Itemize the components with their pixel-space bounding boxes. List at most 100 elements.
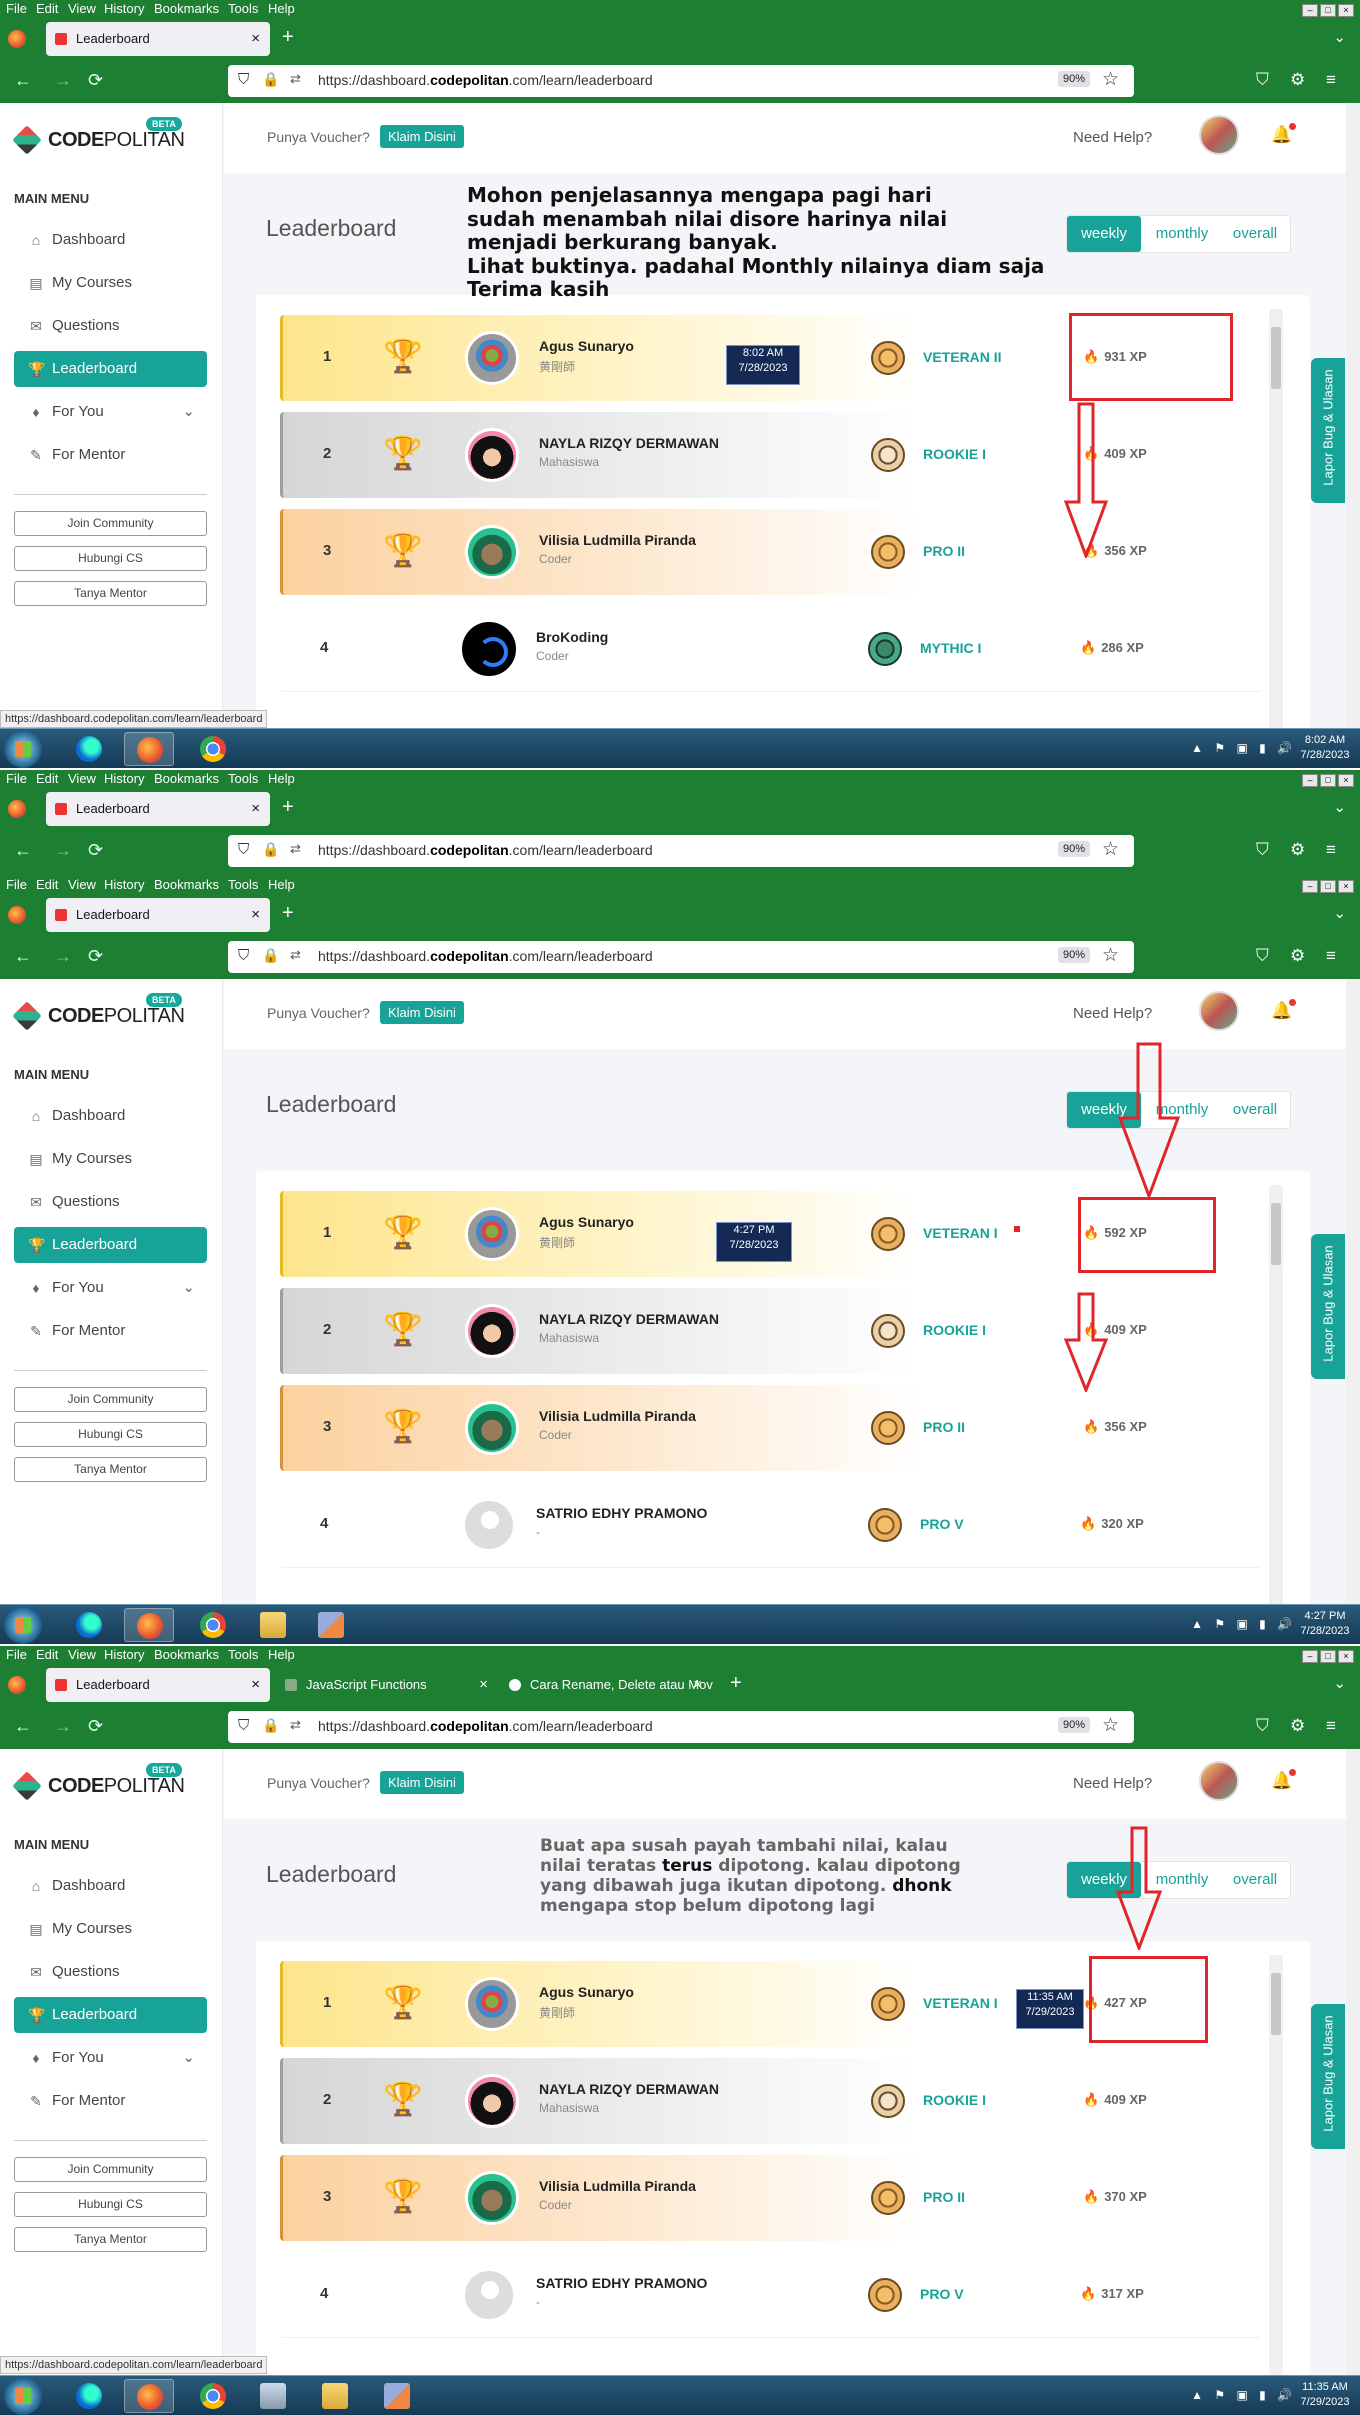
sidebar-item-for-you[interactable]: ♦ For You ⌄: [14, 394, 207, 430]
sidebar-item-for-mentor[interactable]: ✎ For Mentor: [14, 1313, 207, 1349]
menu-history[interactable]: History: [104, 1647, 144, 1662]
user-name[interactable]: Agus Sunaryo: [539, 338, 634, 354]
menu-edit[interactable]: Edit: [36, 877, 58, 892]
klaim-disini-button[interactable]: Klaim Disini: [380, 1001, 464, 1024]
sidebar-item-questions[interactable]: ✉ Questions: [14, 1954, 207, 1990]
sidebar-item-dashboard[interactable]: ⌂ Dashboard: [14, 1098, 207, 1134]
page-scrollbar[interactable]: [1346, 103, 1360, 730]
avatar[interactable]: [465, 1207, 519, 1261]
sidebar-item-my-courses[interactable]: ▤ My Courses: [14, 1141, 207, 1177]
menu-edit[interactable]: Edit: [36, 1647, 58, 1662]
menu-file[interactable]: File: [6, 771, 27, 786]
toggle-overall[interactable]: overall: [1221, 1862, 1289, 1898]
calculator-taskbar-icon[interactable]: [248, 2379, 298, 2413]
tracking-shield-icon[interactable]: ⛉: [238, 1717, 249, 1734]
toggle-overall[interactable]: overall: [1221, 1092, 1289, 1128]
list-all-tabs-icon[interactable]: ⌄: [1333, 28, 1346, 46]
tanya-mentor-button[interactable]: Tanya Mentor: [14, 581, 207, 606]
menu-tools[interactable]: Tools: [228, 877, 258, 892]
reload-icon[interactable]: ⟳: [88, 946, 103, 967]
menu-bookmarks[interactable]: Bookmarks: [154, 1647, 219, 1662]
new-tab-button[interactable]: +: [282, 796, 294, 819]
avatar[interactable]: [462, 2268, 516, 2322]
list-all-tabs-icon[interactable]: ⌄: [1333, 1674, 1346, 1692]
avatar[interactable]: [465, 428, 519, 482]
list-all-tabs-icon[interactable]: ⌄: [1333, 798, 1346, 816]
start-button[interactable]: [4, 1606, 42, 1644]
sidebar-item-for-mentor[interactable]: ✎ For Mentor: [14, 2083, 207, 2119]
tab-close-icon[interactable]: ×: [251, 22, 260, 56]
toggle-overall[interactable]: overall: [1221, 216, 1289, 252]
bell-icon[interactable]: 🔔: [1271, 999, 1297, 1021]
forward-icon[interactable]: →: [54, 1716, 72, 1737]
back-icon[interactable]: ←: [14, 946, 32, 967]
menu-view[interactable]: View: [68, 1647, 96, 1662]
url-bar[interactable]: ⛉ 🔒 ⇄ https://dashboard.codepolitan.com/…: [228, 1711, 1134, 1743]
sidebar-item-questions[interactable]: ✉ Questions: [14, 308, 207, 344]
permissions-icon[interactable]: ⇄: [290, 71, 301, 87]
hamburger-menu-icon[interactable]: ≡: [1326, 840, 1336, 860]
hamburger-menu-icon[interactable]: ≡: [1326, 1716, 1336, 1736]
tab-close-icon[interactable]: ×: [251, 792, 260, 826]
forward-icon[interactable]: →: [54, 946, 72, 967]
tanya-mentor-button[interactable]: Tanya Mentor: [14, 2227, 207, 2252]
user-avatar[interactable]: [1199, 115, 1239, 155]
lapor-bug-tab[interactable]: Lapor Bug & Ulasan: [1311, 358, 1345, 503]
user-name[interactable]: Agus Sunaryo: [539, 1984, 634, 2000]
extensions-icon[interactable]: ⚙: [1290, 840, 1305, 860]
user-name[interactable]: NAYLA RIZQY DERMAWAN: [539, 2081, 719, 2097]
paint-taskbar-icon[interactable]: [306, 1608, 356, 1642]
reload-icon[interactable]: ⟳: [88, 840, 103, 861]
toggle-weekly[interactable]: weekly: [1067, 216, 1141, 252]
bookmark-star-icon[interactable]: ☆: [1102, 838, 1119, 861]
menu-bookmarks[interactable]: Bookmarks: [154, 771, 219, 786]
zoom-level[interactable]: 90%: [1058, 1717, 1091, 1733]
back-icon[interactable]: ←: [14, 70, 32, 91]
menu-history[interactable]: History: [104, 877, 144, 892]
leaderboard-row[interactable]: 2 🏆 NAYLA RIZQY DERMAWAN Mahasiswa ROOKI…: [280, 2058, 1262, 2144]
klaim-disini-button[interactable]: Klaim Disini: [380, 1771, 464, 1794]
avatar[interactable]: [462, 622, 516, 676]
leaderboard-row[interactable]: 3 🏆 Vilisia Ludmilla Piranda Coder PRO I…: [280, 1385, 1262, 1471]
minimize-button[interactable]: –: [1302, 1650, 1318, 1663]
menu-file[interactable]: File: [6, 1647, 27, 1662]
hamburger-menu-icon[interactable]: ≡: [1326, 70, 1336, 90]
taskbar-clock[interactable]: 4:27 PM 7/28/2023: [1296, 1609, 1354, 1639]
user-name[interactable]: NAYLA RIZQY DERMAWAN: [539, 1311, 719, 1327]
list-scrollbar[interactable]: [1269, 1955, 1283, 2375]
chrome-taskbar-icon[interactable]: [188, 2379, 238, 2413]
user-name[interactable]: NAYLA RIZQY DERMAWAN: [539, 435, 719, 451]
leaderboard-row[interactable]: 2 🏆 NAYLA RIZQY DERMAWAN Mahasiswa ROOKI…: [280, 412, 1262, 498]
avatar[interactable]: [465, 331, 519, 385]
avatar[interactable]: [465, 1304, 519, 1358]
user-name[interactable]: SATRIO EDHY PRAMONO: [536, 2275, 707, 2291]
system-tray[interactable]: ▲ ⚑ ▣ ▮ 🔊: [1191, 2388, 1296, 2402]
maximize-button[interactable]: □: [1320, 880, 1336, 893]
extensions-icon[interactable]: ⚙: [1290, 946, 1305, 966]
lock-icon[interactable]: 🔒: [262, 841, 279, 858]
new-tab-button[interactable]: +: [730, 1672, 742, 1695]
menu-file[interactable]: File: [6, 877, 27, 892]
leaderboard-row[interactable]: 4 SATRIO EDHY PRAMONO - PRO V 🔥 320 XP: [280, 1482, 1262, 1568]
edge-taskbar-icon[interactable]: [64, 2379, 114, 2413]
user-name[interactable]: Vilisia Ludmilla Piranda: [539, 2178, 696, 2194]
user-avatar[interactable]: [1199, 991, 1239, 1031]
menu-edit[interactable]: Edit: [36, 1, 58, 16]
permissions-icon[interactable]: ⇄: [290, 947, 301, 963]
permissions-icon[interactable]: ⇄: [290, 1717, 301, 1733]
chrome-taskbar-icon[interactable]: [188, 732, 238, 766]
bell-icon[interactable]: 🔔: [1271, 1769, 1297, 1791]
minimize-button[interactable]: –: [1302, 4, 1318, 17]
leaderboard-row[interactable]: 3 🏆 Vilisia Ludmilla Piranda Coder PRO I…: [280, 509, 1262, 595]
join-community-button[interactable]: Join Community: [14, 511, 207, 536]
chrome-taskbar-icon[interactable]: [188, 1608, 238, 1642]
system-tray[interactable]: ▲ ⚑ ▣ ▮ 🔊: [1191, 741, 1296, 755]
leaderboard-row[interactable]: 2 🏆 NAYLA RIZQY DERMAWAN Mahasiswa ROOKI…: [280, 1288, 1262, 1374]
close-window-button[interactable]: ×: [1338, 774, 1354, 787]
hubungi-cs-button[interactable]: Hubungi CS: [14, 2192, 207, 2217]
need-help-link[interactable]: Need Help?: [1073, 129, 1152, 146]
taskbar-clock[interactable]: 11:35 AM 7/29/2023: [1296, 2380, 1354, 2410]
back-icon[interactable]: ←: [14, 1716, 32, 1737]
user-name[interactable]: BroKoding: [536, 629, 608, 645]
need-help-link[interactable]: Need Help?: [1073, 1775, 1152, 1792]
